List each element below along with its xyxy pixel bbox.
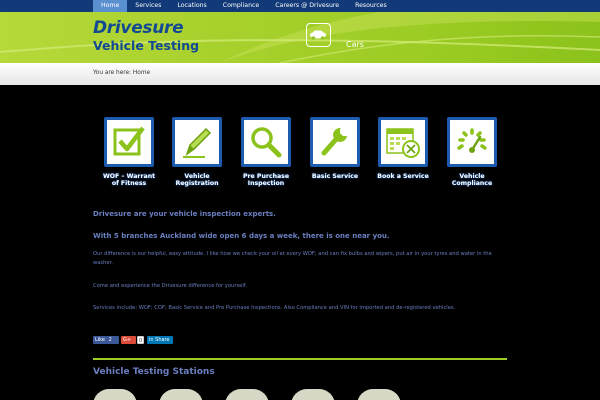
logo-subtitle[interactable]: Vehicle Testing (93, 38, 199, 53)
intro-heading: Drivesure are your vehicle inspection ex… (93, 210, 276, 218)
google-plus-button[interactable]: G+ (121, 336, 136, 344)
intro-subheading: With 5 branches Auckland wide open 6 day… (93, 232, 390, 240)
service-label-basic-service: Basic Service (311, 173, 359, 180)
stations-heading: Vehicle Testing Stations (93, 367, 215, 377)
service-tile-basic-service[interactable]: Basic Service (310, 117, 360, 180)
service-tile-book-service[interactable]: Book a Service (377, 117, 429, 180)
breadcrumb-text: You are here: Home (93, 70, 151, 76)
magnifier-icon (241, 117, 291, 167)
nav-item-resources[interactable]: Resources (347, 0, 395, 12)
nav-item-home[interactable]: Home (93, 0, 128, 12)
breadcrumb: You are here: Home (0, 63, 600, 85)
nav-item-compliance[interactable]: Compliance (215, 0, 267, 12)
station-thumbnail[interactable] (357, 389, 401, 400)
service-label-compliance: Vehicle Compliance (451, 173, 493, 187)
service-label-pre-purchase: Pre Purchase Inspection (242, 173, 290, 187)
service-tile-compliance[interactable]: Vehicle Compliance (447, 117, 497, 187)
nav-item-careers[interactable]: Careers @ Drivesure (267, 0, 347, 12)
section-divider (93, 358, 507, 360)
car-icon[interactable] (306, 23, 331, 47)
intro-paragraph-difference: Our difference is our helpful, easy atti… (93, 251, 492, 266)
site-header: Drivesure Vehicle Testing Cars (0, 12, 600, 63)
calendar-icon (378, 117, 428, 167)
facebook-like-button[interactable]: Like 2 (93, 336, 119, 344)
checkmark-icon (104, 117, 154, 167)
linkedin-share-button[interactable]: in Share (147, 336, 173, 344)
gplus-label: G+ (123, 337, 132, 343)
station-thumbnail[interactable] (291, 389, 335, 400)
service-tile-wof[interactable]: WOF – Warrant of Fitness (102, 117, 156, 187)
service-tile-registration[interactable]: Vehicle Registration (172, 117, 222, 187)
top-nav: Home Services Locations Compliance Caree… (0, 0, 600, 12)
google-plus-count: 0 (137, 336, 144, 344)
like-label: Like (95, 337, 105, 343)
header-swoosh-decoration (0, 12, 600, 63)
station-thumbnail[interactable] (93, 389, 137, 400)
section-label-cars[interactable]: Cars (346, 40, 364, 49)
wrench-icon (310, 117, 360, 167)
service-label-registration: Vehicle Registration (175, 173, 219, 187)
like-count: 2 (108, 337, 112, 343)
logo-title[interactable]: Drivesure (93, 18, 184, 38)
intro-paragraph-services: Services include: WOF; COF; Basic Servic… (93, 305, 456, 311)
gauge-icon (447, 117, 497, 167)
service-label-book-service: Book a Service (377, 173, 429, 180)
station-thumbnail[interactable] (225, 389, 269, 400)
nav-item-locations[interactable]: Locations (169, 0, 214, 12)
service-tile-pre-purchase[interactable]: Pre Purchase Inspection (241, 117, 291, 187)
service-label-wof: WOF – Warrant of Fitness (102, 173, 156, 187)
station-thumbnail[interactable] (159, 389, 203, 400)
pencil-icon (172, 117, 222, 167)
nav-item-services[interactable]: Services (127, 0, 169, 12)
intro-paragraph-experience: Come and experience the Drivesure differ… (93, 283, 247, 289)
